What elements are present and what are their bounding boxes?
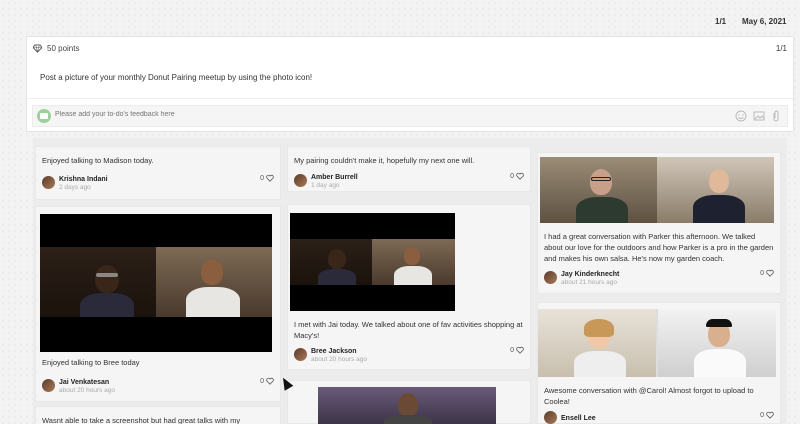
post-text: I met with Jai today. We talked about on… (294, 320, 523, 340)
post-time: about 21 hours ago (561, 279, 618, 286)
points-label: 50 points (47, 44, 80, 53)
post-text: My pairing couldn't make it, hopefully m… (294, 156, 475, 165)
author-name: Bree Jackson (311, 348, 357, 355)
post-author[interactable]: Jay Kinderknecht about 21 hours ago (544, 269, 619, 286)
task-prompt: Post a picture of your monthly Donut Pai… (40, 73, 313, 82)
post-text: Enjoyed talking to Bree today (42, 358, 140, 367)
video-tile (372, 239, 455, 285)
like-button[interactable]: 0 (260, 377, 274, 385)
page-indicator: 1/1 (715, 17, 727, 26)
like-count: 0 (510, 346, 514, 354)
like-button[interactable]: 0 (510, 346, 524, 354)
post-author[interactable]: Amber Burrell 1 day ago (294, 172, 358, 189)
avatar (294, 348, 307, 361)
like-button[interactable]: 0 (260, 174, 274, 182)
avatar (42, 379, 55, 392)
top-bar: 1/1 May 6, 2021 (0, 0, 800, 36)
date-label: May 6, 2021 (742, 17, 787, 26)
like-count: 0 (260, 377, 264, 385)
heart-icon (266, 377, 274, 385)
post-time: 2 days ago (59, 184, 91, 191)
like-count: 0 (760, 269, 764, 277)
photo-feed: Enjoyed talking to Madison today. Krishn… (33, 138, 787, 424)
like-count: 0 (510, 172, 514, 180)
post-card: My pairing couldn't make it, hopefully m… (287, 146, 531, 192)
post-text: Awesome conversation with @Carol! Almost… (544, 386, 754, 406)
heart-icon (766, 411, 774, 419)
avatar (294, 174, 307, 187)
points-row: 50 points (33, 44, 79, 53)
photo-icon[interactable] (753, 110, 765, 122)
post-photo[interactable] (40, 214, 272, 352)
post-photo[interactable] (290, 213, 455, 311)
heart-icon (766, 269, 774, 277)
avatar (42, 176, 55, 189)
feedback-input[interactable] (55, 111, 455, 118)
video-tile (538, 309, 656, 377)
feedback-bar (32, 105, 788, 127)
post-photo[interactable] (318, 387, 496, 424)
post-time: about 20 hours ago (311, 356, 368, 363)
post-time: 1 day ago (311, 182, 340, 189)
video-tile (540, 157, 657, 223)
post-card: Enjoyed talking to Bree today Jai Venkat… (35, 206, 281, 402)
divider (27, 98, 793, 99)
author-name: Ensell Lee (561, 415, 596, 422)
author-name: Krishna Indani (59, 176, 108, 183)
task-card: 50 points 1/1 Post a picture of your mon… (26, 36, 794, 132)
like-count: 0 (260, 174, 264, 182)
like-button[interactable]: 0 (760, 269, 774, 277)
video-tile (318, 387, 496, 424)
avatar (544, 411, 557, 424)
post-card: I had a great conversation with Parker t… (537, 152, 781, 294)
post-photo[interactable] (540, 157, 774, 223)
video-tile (40, 247, 156, 317)
like-count: 0 (760, 411, 764, 419)
post-text: Wasnt able to take a screenshot but had … (42, 416, 241, 424)
post-author[interactable]: Krishna Indani 2 days ago (42, 174, 108, 191)
emoji-icon[interactable] (735, 110, 747, 122)
post-author[interactable]: Jai Venkatesan about 20 hours ago (42, 377, 115, 394)
author-name: Jai Venkatesan (59, 379, 110, 386)
post-card: I met with Jai today. We talked about on… (287, 204, 531, 370)
post-text: I had a great conversation with Parker t… (544, 232, 774, 263)
post-time: about 20 hours ago (59, 387, 116, 394)
like-button[interactable]: 0 (760, 411, 774, 419)
video-tile (658, 309, 776, 377)
video-tile (290, 239, 372, 285)
post-card: Awesome conversation with @Carol! Almost… (537, 302, 781, 424)
video-tile (156, 247, 272, 317)
post-text: Enjoyed talking to Madison today. (42, 156, 154, 165)
chat-icon (37, 109, 51, 123)
post-card: Wasnt able to take a screenshot but had … (35, 406, 281, 424)
like-button[interactable]: 0 (510, 172, 524, 180)
avatar (544, 271, 557, 284)
post-author[interactable]: Ensell Lee (544, 411, 596, 424)
post-card (287, 380, 531, 424)
heart-icon (516, 172, 524, 180)
task-page-indicator: 1/1 (775, 44, 787, 53)
video-tile (657, 157, 774, 223)
author-name: Jay Kinderknecht (561, 271, 620, 278)
post-author[interactable]: Bree Jackson about 20 hours ago (294, 346, 367, 363)
attach-icon[interactable] (770, 110, 782, 122)
heart-icon (266, 174, 274, 182)
diamond-icon (33, 44, 42, 53)
author-name: Amber Burrell (311, 174, 358, 181)
post-photo[interactable] (538, 309, 776, 377)
post-card: Enjoyed talking to Madison today. Krishn… (35, 146, 281, 200)
heart-icon (516, 346, 524, 354)
